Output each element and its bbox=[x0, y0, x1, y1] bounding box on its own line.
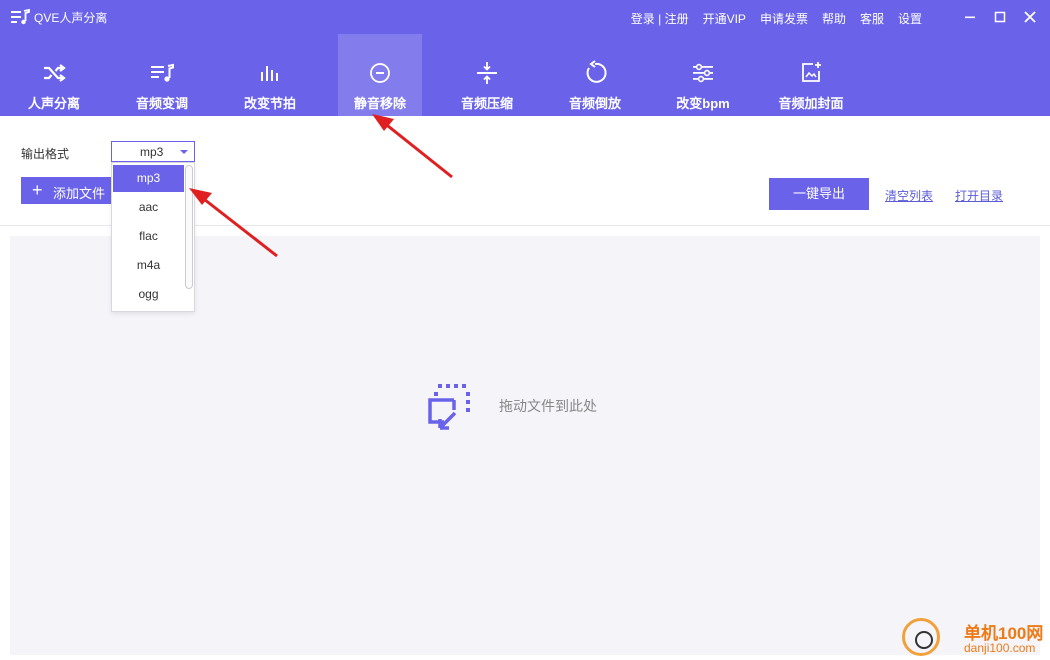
title-bar: QVE人声分离 登录 | 注册 开通VIP 申请发票 帮助 客服 设置 bbox=[0, 0, 1050, 34]
app-logo-icon bbox=[11, 8, 30, 25]
export-all-button[interactable]: 一键导出 bbox=[769, 178, 869, 210]
music-list-icon bbox=[151, 63, 174, 82]
app-window: QVE人声分离 登录 | 注册 开通VIP 申请发票 帮助 客服 设置 人声分离… bbox=[0, 0, 1050, 660]
tab-label: 音频变调 bbox=[135, 96, 188, 111]
beat-bars-icon bbox=[261, 66, 278, 81]
window-controls bbox=[960, 6, 1040, 28]
drop-hint: 拖动文件到此处 bbox=[499, 398, 597, 414]
annotation-arrow-tab bbox=[372, 114, 453, 179]
minimize-icon[interactable] bbox=[960, 6, 980, 28]
tab-label: 音频加封面 bbox=[778, 96, 844, 111]
tab-label: 音频压缩 bbox=[460, 96, 513, 111]
format-option-ogg[interactable]: ogg bbox=[113, 281, 184, 308]
format-option-mp3[interactable]: mp3 bbox=[113, 165, 184, 192]
tab-audio-compress[interactable]: 音频压缩 bbox=[445, 34, 529, 116]
top-links: 登录 | 注册 开通VIP 申请发票 帮助 客服 设置 bbox=[631, 10, 922, 27]
format-dropdown-menu: mp3 aac flac m4a ogg bbox=[111, 162, 195, 312]
tab-label: 静音移除 bbox=[353, 96, 406, 111]
sliders-icon bbox=[693, 63, 713, 83]
output-format-value: mp3 bbox=[140, 145, 164, 159]
add-file-label: 添加文件 bbox=[53, 186, 106, 201]
tab-add-cover[interactable]: 音频加封面 bbox=[769, 34, 853, 116]
output-format-label: 输出格式 bbox=[21, 147, 70, 161]
chevron-down-icon bbox=[180, 150, 188, 154]
shuffle-icon bbox=[44, 64, 66, 82]
output-format-select[interactable]: mp3 bbox=[111, 141, 195, 162]
tab-change-bpm[interactable]: 改变bpm bbox=[661, 34, 745, 116]
watermark: 单机100网 danji100.com bbox=[900, 616, 1050, 660]
dropdown-scrollbar[interactable] bbox=[185, 165, 193, 289]
app-title: QVE人声分离 bbox=[34, 11, 108, 25]
rewind-icon bbox=[586, 60, 607, 83]
image-add-icon bbox=[802, 62, 821, 82]
tab-silence-removal[interactable]: 静音移除 bbox=[338, 34, 422, 116]
compress-icon bbox=[477, 62, 497, 84]
tab-change-tempo[interactable]: 改变节拍 bbox=[228, 34, 312, 116]
format-option-aac[interactable]: aac bbox=[113, 194, 184, 221]
tab-label: 音频倒放 bbox=[568, 96, 621, 111]
minus-circle-icon bbox=[370, 63, 390, 83]
settings-link[interactable]: 设置 bbox=[898, 10, 922, 27]
help-link[interactable]: 帮助 bbox=[822, 10, 846, 27]
plus-icon: + bbox=[32, 180, 43, 200]
top-bar: QVE人声分离 登录 | 注册 开通VIP 申请发票 帮助 客服 设置 人声分离… bbox=[0, 0, 1050, 116]
login-register-link[interactable]: 登录 | 注册 bbox=[631, 10, 689, 27]
tab-label: 人声分离 bbox=[27, 96, 80, 111]
open-vip-link[interactable]: 开通VIP bbox=[703, 10, 746, 27]
tab-audio-reverse[interactable]: 音频倒放 bbox=[553, 34, 637, 116]
tab-vocal-separation[interactable]: 人声分离 bbox=[12, 34, 96, 116]
tab-pitch-shift[interactable]: 音频变调 bbox=[120, 34, 204, 116]
maximize-icon[interactable] bbox=[990, 6, 1010, 28]
open-directory-link[interactable]: 打开目录 bbox=[955, 187, 1003, 204]
watermark-url: danji100.com bbox=[964, 641, 1036, 655]
clear-list-link[interactable]: 清空列表 bbox=[885, 187, 933, 204]
watermark-logo-icon bbox=[902, 618, 940, 656]
feature-tabs: 人声分离 音频变调 改变节拍 静音移除 音频压缩 音频倒放 改变bpm 音频加封… bbox=[0, 34, 1050, 116]
close-icon[interactable] bbox=[1020, 6, 1040, 28]
tab-label: 改变bpm bbox=[676, 96, 730, 111]
format-option-flac[interactable]: flac bbox=[113, 223, 184, 250]
invoice-link[interactable]: 申请发票 bbox=[760, 10, 808, 27]
format-option-m4a[interactable]: m4a bbox=[113, 252, 184, 279]
support-link[interactable]: 客服 bbox=[860, 10, 884, 27]
tab-label: 改变节拍 bbox=[243, 96, 296, 111]
add-file-button[interactable]: + 添加文件 bbox=[21, 177, 119, 204]
drag-file-icon bbox=[428, 384, 470, 430]
